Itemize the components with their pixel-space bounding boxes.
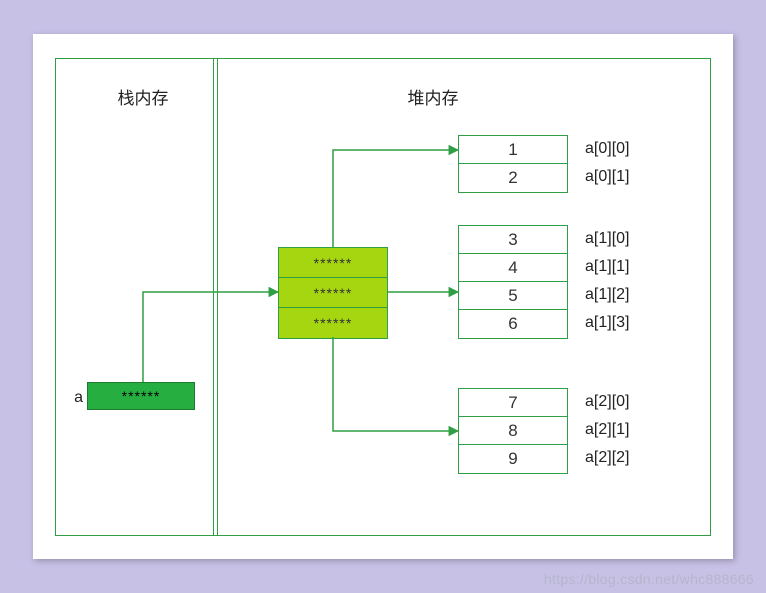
value-group-0: 1 2 — [458, 135, 568, 193]
index-label-1-0: a[1][0] — [585, 225, 675, 253]
cell-0-1: 2 — [459, 164, 567, 192]
index-label-1-2: a[1][2] — [585, 281, 675, 309]
pointer-row-0: ****** — [279, 248, 387, 278]
watermark-text: https://blog.csdn.net/whc888666 — [544, 571, 754, 587]
stack-heap-divider — [213, 58, 214, 536]
index-label-2-0: a[2][0] — [585, 388, 675, 416]
stack-title: 栈内存 — [73, 84, 213, 109]
value-group-2: 7 8 9 — [458, 388, 568, 474]
pointer-row-1: ****** — [279, 278, 387, 308]
index-label-1-3: a[1][3] — [585, 309, 675, 337]
index-label-1-1: a[1][1] — [585, 253, 675, 281]
stack-variable-box: ****** — [87, 382, 195, 410]
heap-title: 堆内存 — [333, 84, 533, 109]
heap-pointer-array: ****** ****** ****** — [278, 247, 388, 339]
value-group-1: 3 4 5 6 — [458, 225, 568, 339]
cell-0-0: 1 — [459, 136, 567, 164]
index-label-2-2: a[2][2] — [585, 444, 675, 472]
cell-2-1: 8 — [459, 417, 567, 445]
stack-heap-divider-2 — [217, 58, 218, 536]
index-label-0-0: a[0][0] — [585, 135, 675, 163]
pointer-row-2: ****** — [279, 308, 387, 338]
cell-2-0: 7 — [459, 389, 567, 417]
index-label-0-1: a[0][1] — [585, 163, 675, 191]
variable-name-a: a — [63, 389, 83, 407]
cell-2-2: 9 — [459, 445, 567, 473]
index-label-2-1: a[2][1] — [585, 416, 675, 444]
cell-1-2: 5 — [459, 282, 567, 310]
cell-1-1: 4 — [459, 254, 567, 282]
cell-1-0: 3 — [459, 226, 567, 254]
diagram-canvas: 栈内存 堆内存 a ****** ****** ****** ****** 1 … — [33, 34, 733, 559]
cell-1-3: 6 — [459, 310, 567, 338]
